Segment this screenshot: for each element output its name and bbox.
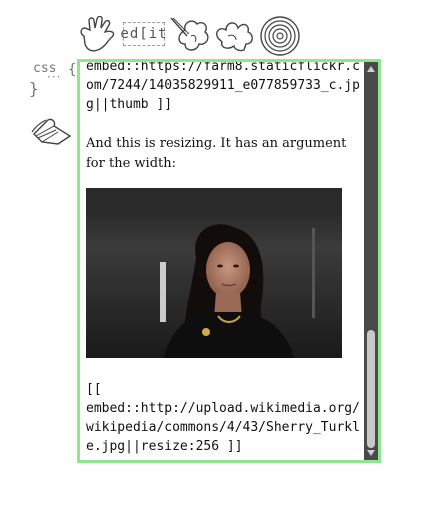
edit-button[interactable]: ed[it xyxy=(120,22,167,46)
scroll-down-icon[interactable] xyxy=(364,447,378,459)
code-block-bottom[interactable]: [[ embed::http://upload.wikimedia.org/wi… xyxy=(86,380,364,456)
editor-content[interactable]: embed::https://farm8.staticflickr.com/72… xyxy=(86,62,364,456)
pen-icon[interactable] xyxy=(169,16,213,54)
prose-paragraph: And this is resizing. It has an argument… xyxy=(86,136,347,171)
open-brace: { xyxy=(68,62,77,78)
vertical-scrollbar[interactable] xyxy=(364,62,378,460)
page: ed[it css { ··· } embed::https://farm8.s… xyxy=(0,0,447,514)
scrollbar-thumb[interactable] xyxy=(367,330,375,448)
cloud-icon[interactable] xyxy=(214,16,256,54)
scroll-up-icon[interactable] xyxy=(364,63,378,75)
spiral-icon[interactable] xyxy=(259,16,301,56)
ellipsis-dots: ··· xyxy=(47,70,62,84)
close-brace: } xyxy=(29,79,39,98)
editor-panel[interactable]: embed::https://farm8.staticflickr.com/72… xyxy=(77,59,381,463)
portrait-photo xyxy=(86,188,342,358)
hand-icon[interactable] xyxy=(78,16,120,54)
code-block-top[interactable]: embed::https://farm8.staticflickr.com/72… xyxy=(86,62,364,114)
book-icon[interactable] xyxy=(30,112,76,150)
